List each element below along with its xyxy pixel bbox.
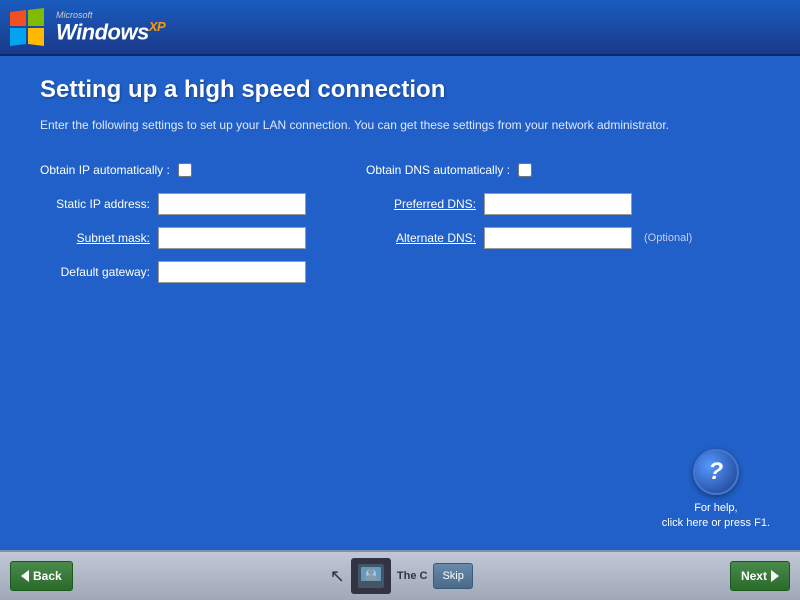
obtain-ip-row: Obtain IP automatically : xyxy=(40,158,306,182)
footer-left: Back xyxy=(10,561,73,591)
left-form-col: Obtain IP automatically : Static IP addr… xyxy=(40,158,306,284)
skip-button[interactable]: Skip xyxy=(433,563,472,589)
default-gateway-row: Default gateway: xyxy=(40,260,306,284)
subnet-mask-label: Subnet mask: xyxy=(40,231,150,245)
help-text: For help,click here or press F1. xyxy=(662,501,770,530)
static-ip-label: Static IP address: xyxy=(40,197,150,211)
windows-text: Microsoft WindowsXP xyxy=(56,11,165,43)
description-text: Enter the following settings to set up y… xyxy=(40,118,760,132)
cursor-icon: ↖ xyxy=(330,566,345,587)
passport-icon xyxy=(351,558,391,594)
header: Microsoft WindowsXP xyxy=(0,0,800,56)
alternate-dns-label: Alternate DNS: xyxy=(366,231,476,245)
alternate-dns-row: Alternate DNS: (Optional) xyxy=(366,226,692,250)
footer: Back ↖ The C Skip Next xyxy=(0,550,800,600)
obtain-ip-label: Obtain IP automatically : xyxy=(40,163,170,177)
obtain-dns-checkbox[interactable] xyxy=(518,163,532,177)
footer-center: ↖ The C Skip xyxy=(330,558,473,594)
right-form-col: Obtain DNS automatically : Preferred DNS… xyxy=(366,158,692,284)
preferred-dns-label: Preferred DNS: xyxy=(366,197,476,211)
main-content: Setting up a high speed connection Enter… xyxy=(0,56,800,550)
help-icon: ? xyxy=(693,449,739,495)
subnet-mask-row: Subnet mask: xyxy=(40,226,306,250)
static-ip-row: Static IP address: xyxy=(40,192,306,216)
static-ip-input[interactable] xyxy=(158,193,306,215)
optional-label: (Optional) xyxy=(644,232,692,244)
obtain-ip-checkbox[interactable] xyxy=(178,163,192,177)
page-title: Setting up a high speed connection xyxy=(40,76,760,104)
preferred-dns-row: Preferred DNS: xyxy=(366,192,692,216)
help-section[interactable]: ? For help,click here or press F1. xyxy=(662,449,770,530)
alternate-dns-input[interactable] xyxy=(484,227,632,249)
windows-label: WindowsXP xyxy=(56,20,165,43)
windows-logo: Microsoft WindowsXP xyxy=(10,8,165,46)
default-gateway-input[interactable] xyxy=(158,261,306,283)
next-button[interactable]: Next xyxy=(730,561,790,591)
back-arrow-icon xyxy=(21,570,29,582)
windows-flag-icon xyxy=(10,8,48,46)
next-arrow-icon xyxy=(771,570,779,582)
back-button[interactable]: Back xyxy=(10,561,73,591)
obtain-dns-label: Obtain DNS automatically : xyxy=(366,163,510,177)
footer-right: Next xyxy=(730,561,790,591)
footer-brand-text: The C xyxy=(397,570,428,582)
subnet-mask-input[interactable] xyxy=(158,227,306,249)
default-gateway-label: Default gateway: xyxy=(40,265,150,279)
obtain-dns-row: Obtain DNS automatically : xyxy=(366,158,692,182)
preferred-dns-input[interactable] xyxy=(484,193,632,215)
form-section: Obtain IP automatically : Static IP addr… xyxy=(40,158,760,284)
